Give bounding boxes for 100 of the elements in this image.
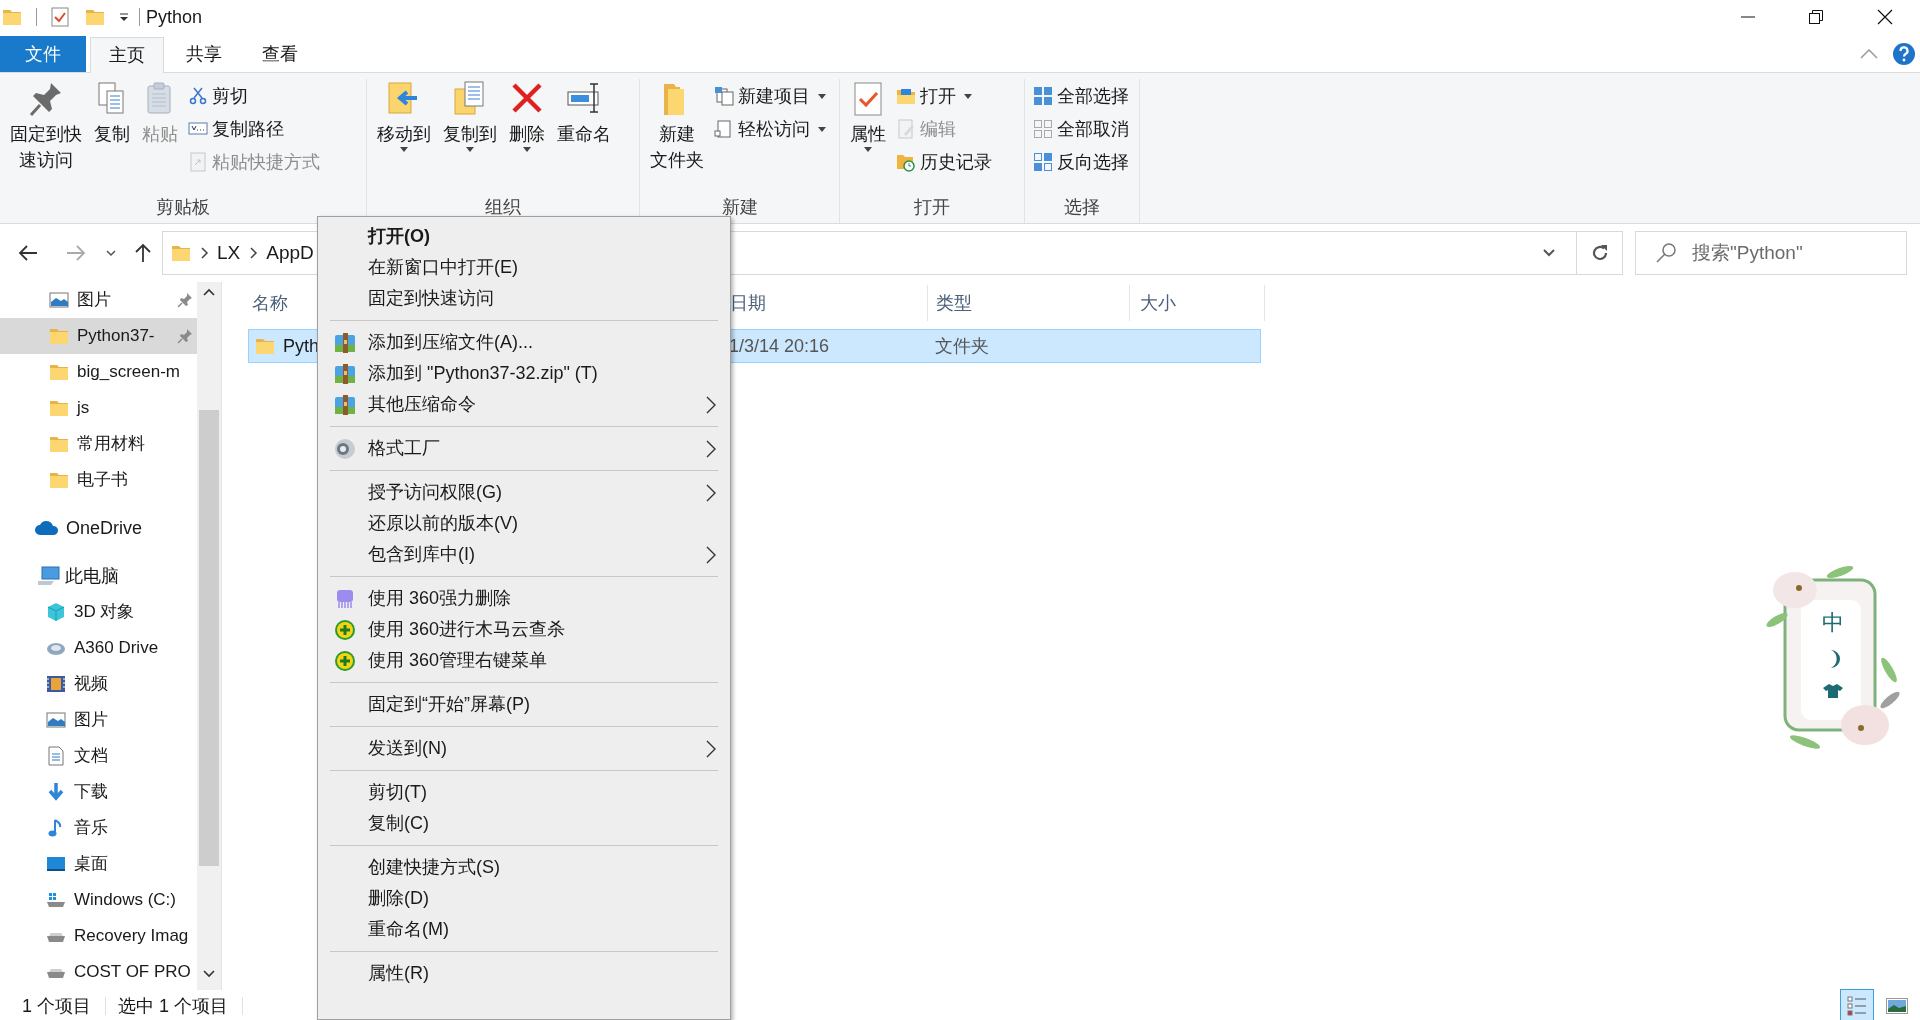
pictures-icon <box>49 290 69 310</box>
ribbon-button[interactable]: 重命名 <box>553 79 615 147</box>
refresh-button[interactable] <box>1577 231 1623 275</box>
nav-item[interactable]: Recovery Imag <box>0 918 197 954</box>
menu-item[interactable]: 授予访问权限(G) <box>318 477 730 508</box>
scrollbar-thumb[interactable] <box>199 410 219 866</box>
collapse-ribbon-icon[interactable] <box>1860 49 1878 59</box>
archive-icon <box>334 362 356 385</box>
ribbon-button[interactable]: 新建 文件夹 <box>646 79 708 173</box>
menu-item[interactable]: 属性(R) <box>318 958 730 989</box>
ribbon-button[interactable]: 移动到 <box>373 79 435 152</box>
dropdown-icon[interactable] <box>1542 248 1556 258</box>
nav-item[interactable]: 桌面 <box>0 846 197 882</box>
ribbon-button[interactable]: 删除 <box>505 79 549 152</box>
scrollbar[interactable] <box>197 282 221 990</box>
ribbon-tab[interactable]: 文件 <box>0 36 86 72</box>
shirt-icon[interactable] <box>1823 683 1843 699</box>
customize-arrow-icon[interactable] <box>119 12 129 22</box>
nav-item[interactable]: Windows (C:) <box>0 882 197 918</box>
ribbon-button[interactable]: 新建项目 <box>712 81 828 111</box>
shield-plus-icon <box>334 649 356 672</box>
ribbon-button[interactable]: 轻松访问 <box>712 114 828 144</box>
nav-item[interactable]: 图片 <box>0 702 197 738</box>
menu-item[interactable]: 固定到快速访问 <box>318 283 730 314</box>
ribbon-button[interactable]: 复制到 <box>439 79 501 152</box>
search-field[interactable]: 搜索"Python" <box>1635 231 1907 275</box>
help-icon[interactable] <box>1892 42 1916 66</box>
column-header[interactable]: 大小 <box>1140 289 1176 317</box>
menu-item[interactable]: 使用 360管理右键菜单 <box>318 645 730 676</box>
ribbon-button[interactable]: 复制路径 <box>186 114 322 144</box>
nav-item[interactable]: 3D 对象 <box>0 594 197 630</box>
menu-item[interactable]: 使用 360进行木马云查杀 <box>318 614 730 645</box>
menu-item[interactable]: 复制(C) <box>318 808 730 839</box>
menu-item[interactable]: 发送到(N) <box>318 733 730 764</box>
column-header[interactable]: 类型 <box>936 289 972 317</box>
nav-item[interactable]: Python37- <box>0 318 197 354</box>
ribbon-group-label: 新建 <box>720 195 759 219</box>
menu-item[interactable]: 格式工厂 <box>318 433 730 464</box>
details-view-icon <box>1846 995 1868 1017</box>
ribbon-button[interactable]: 剪切 <box>186 81 322 111</box>
scroll-down-icon[interactable] <box>203 970 215 978</box>
ribbon-button[interactable]: 全部取消 <box>1031 114 1131 144</box>
menu-item[interactable]: 删除(D) <box>318 883 730 914</box>
ribbon-button[interactable]: 复制 <box>90 79 134 147</box>
column-header[interactable]: 名称 <box>252 289 288 317</box>
shortcut-icon <box>188 152 208 172</box>
nav-item[interactable]: 图片 <box>0 282 197 318</box>
nav-item[interactable]: 下载 <box>0 774 197 810</box>
nav-item[interactable]: 此电脑 <box>0 558 197 594</box>
invert-selection-icon <box>1033 152 1053 172</box>
cloud-icon <box>34 519 60 537</box>
nav-item[interactable]: 文档 <box>0 738 197 774</box>
status-text: 1 个项目 <box>22 994 91 1018</box>
properties-icon[interactable] <box>51 7 69 27</box>
ribbon-group-label: 剪贴板 <box>155 195 211 219</box>
nav-item[interactable]: 电子书 <box>0 462 197 498</box>
file-type: 文件夹 <box>935 335 989 356</box>
up-icon <box>133 243 153 263</box>
ribbon-button[interactable]: 全部选择 <box>1031 81 1131 111</box>
nav-item[interactable]: js <box>0 390 197 426</box>
history-icon <box>896 152 916 172</box>
nav-item[interactable]: big_screen-m <box>0 354 197 390</box>
menu-item[interactable]: 固定到“开始”屏幕(P) <box>318 689 730 720</box>
ribbon-tab[interactable]: 主页 <box>90 37 164 73</box>
ribbon-tab[interactable]: 共享 <box>168 36 240 72</box>
menu-item[interactable]: 剪切(T) <box>318 777 730 808</box>
status-text: 选中 1 个项目 <box>118 994 229 1018</box>
open-icon <box>896 86 916 106</box>
menu-item[interactable]: 添加到压缩文件(A)... <box>318 327 730 358</box>
column-header[interactable]: 日期 <box>730 289 766 317</box>
menu-item[interactable]: 使用 360强力删除 <box>318 583 730 614</box>
nav-item[interactable]: 音乐 <box>0 810 197 846</box>
ribbon-button[interactable]: 属性 <box>846 79 890 152</box>
menu-item[interactable]: 还原以前的版本(V) <box>318 508 730 539</box>
ribbon-button[interactable]: 打开 <box>894 81 994 111</box>
monitor-icon <box>46 854 66 874</box>
ribbon-button[interactable]: 固定到快 速访问 <box>6 79 86 173</box>
select-all-icon <box>1033 86 1053 106</box>
input-mode-label[interactable]: 中 <box>1822 606 1844 639</box>
easy-access-icon <box>714 119 734 139</box>
menu-item[interactable]: 包含到库中(I) <box>318 539 730 570</box>
nav-item[interactable]: 常用材料 <box>0 426 197 462</box>
ribbon-button[interactable]: 反向选择 <box>1031 147 1131 177</box>
ribbon-tab[interactable]: 查看 <box>244 36 316 72</box>
nav-item[interactable]: A360 Drive <box>0 630 197 666</box>
nav-item[interactable]: OneDrive <box>0 510 197 546</box>
breadcrumb[interactable]: AppD <box>266 238 314 268</box>
nav-item[interactable]: 视频 <box>0 666 197 702</box>
scroll-up-icon[interactable] <box>203 288 215 296</box>
menu-item[interactable]: 创建快捷方式(S) <box>318 852 730 883</box>
menu-item[interactable]: 重命名(M) <box>318 914 730 945</box>
breadcrumb[interactable]: LX <box>217 238 241 268</box>
select-none-icon <box>1033 119 1053 139</box>
disc-icon <box>334 437 356 460</box>
properties-icon <box>851 81 885 117</box>
document-icon <box>46 746 66 766</box>
menu-item[interactable]: 其他压缩命令 <box>318 389 730 420</box>
ribbon-button[interactable]: 历史记录 <box>894 147 994 177</box>
archive-icon <box>334 331 356 354</box>
nav-item[interactable]: COST OF PRO <box>0 954 197 990</box>
